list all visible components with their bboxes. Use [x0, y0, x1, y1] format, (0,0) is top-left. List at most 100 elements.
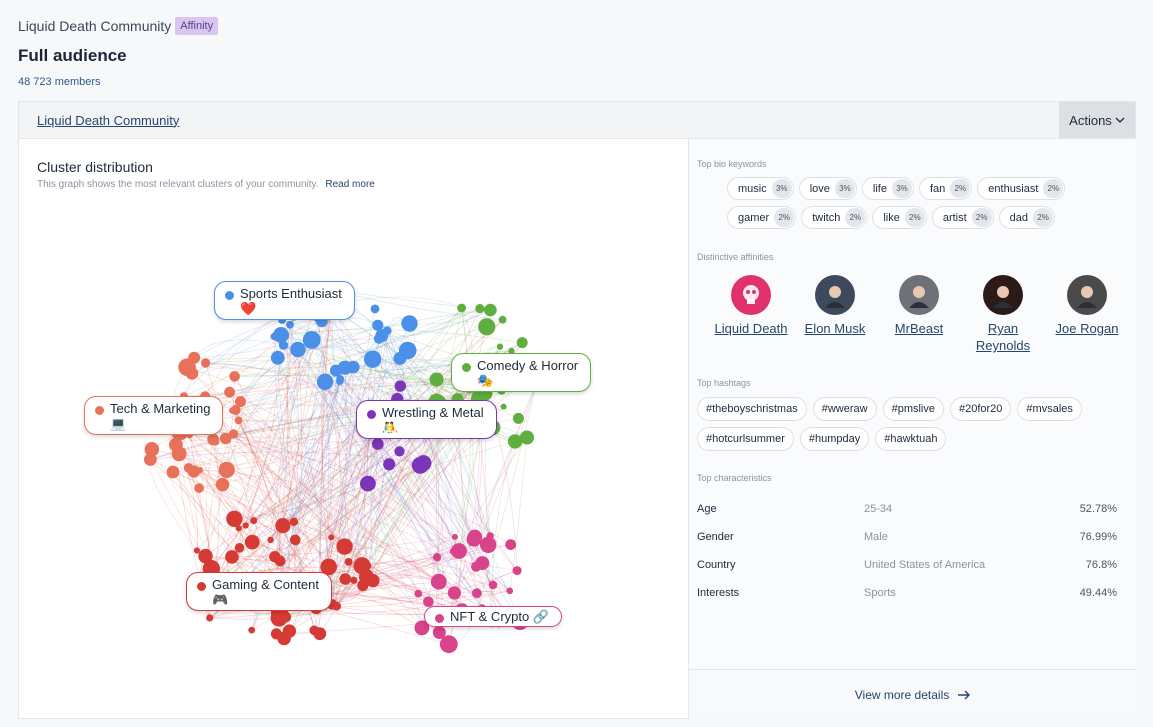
- graph-node[interactable]: [218, 461, 235, 478]
- affinity-name[interactable]: Liquid Death: [711, 320, 791, 337]
- graph-node[interactable]: [144, 453, 157, 466]
- graph-node[interactable]: [316, 373, 334, 390]
- graph-node[interactable]: [498, 315, 507, 324]
- keyword-pill[interactable]: music 3%: [727, 177, 794, 200]
- graph-node[interactable]: [467, 529, 483, 545]
- graph-node[interactable]: [512, 566, 522, 576]
- cluster-label-gaming[interactable]: Gaming & Content 🎮: [186, 572, 332, 611]
- cluster-label-comedy[interactable]: Comedy & Horror 🎭: [451, 353, 592, 392]
- graph-node[interactable]: [289, 517, 299, 526]
- graph-node[interactable]: [475, 304, 485, 314]
- graph-node[interactable]: [512, 412, 524, 424]
- graph-node[interactable]: [183, 463, 194, 473]
- cluster-label-nft[interactable]: NFT & Crypto 🔗: [424, 606, 563, 627]
- affinity-name[interactable]: Joe Rogan: [1047, 320, 1127, 337]
- graph-node[interactable]: [225, 550, 239, 564]
- graph-node[interactable]: [401, 315, 418, 332]
- breadcrumb-community[interactable]: Liquid Death Community: [18, 18, 171, 34]
- keyword-pill[interactable]: like 2%: [872, 206, 927, 229]
- graph-node[interactable]: [429, 372, 444, 387]
- graph-node[interactable]: [198, 548, 213, 564]
- graph-node[interactable]: [362, 561, 372, 571]
- graph-node[interactable]: [234, 543, 245, 553]
- graph-node[interactable]: [250, 517, 258, 525]
- graph-node[interactable]: [206, 614, 214, 622]
- graph-node[interactable]: [505, 539, 517, 550]
- graph-node[interactable]: [166, 465, 180, 479]
- graph-node[interactable]: [383, 458, 396, 471]
- hashtag-pill[interactable]: #wweraw: [812, 397, 877, 421]
- graph-node[interactable]: [171, 446, 187, 462]
- graph-node[interactable]: [475, 556, 490, 571]
- graph-node[interactable]: [506, 587, 514, 595]
- graph-node[interactable]: [224, 386, 236, 398]
- graph-node[interactable]: [488, 580, 498, 590]
- graph-node[interactable]: [230, 405, 241, 415]
- keyword-pill[interactable]: enthusiast 2%: [977, 177, 1066, 200]
- graph-node[interactable]: [480, 536, 497, 553]
- graph-node[interactable]: [178, 358, 196, 376]
- keyword-pill[interactable]: love 3%: [798, 177, 857, 200]
- cluster-label-sports[interactable]: Sports Enthusiast ❤️: [214, 281, 355, 320]
- graph-node[interactable]: [430, 573, 447, 590]
- hashtag-pill[interactable]: #hawktuah: [875, 427, 947, 451]
- graph-node[interactable]: [290, 341, 306, 358]
- graph-node[interactable]: [235, 525, 242, 532]
- graph-node[interactable]: [194, 483, 204, 493]
- graph-node[interactable]: [344, 558, 353, 566]
- graph-node[interactable]: [411, 456, 429, 474]
- keyword-pill[interactable]: artist 2%: [931, 206, 994, 229]
- hashtag-pill[interactable]: #theboyschristmas: [697, 397, 807, 421]
- graph-node[interactable]: [478, 318, 496, 336]
- graph-node[interactable]: [360, 475, 376, 492]
- graph-node[interactable]: [449, 548, 457, 555]
- graph-node[interactable]: [200, 358, 211, 368]
- graph-node[interactable]: [500, 403, 507, 410]
- graph-node[interactable]: [516, 337, 528, 349]
- graph-node[interactable]: [457, 303, 466, 313]
- cluster-label-tech[interactable]: Tech & Marketing 💻: [84, 396, 224, 435]
- graph-node[interactable]: [289, 534, 301, 546]
- graph-node[interactable]: [282, 624, 297, 638]
- graph-node[interactable]: [270, 350, 285, 365]
- keyword-pill[interactable]: life 3%: [861, 177, 914, 200]
- hashtag-pill[interactable]: #mvsales: [1017, 397, 1082, 421]
- graph-node[interactable]: [244, 534, 260, 550]
- graph-node[interactable]: [229, 371, 240, 382]
- hashtag-pill[interactable]: #20for20: [949, 397, 1012, 421]
- affinity-name[interactable]: MrBeast: [879, 320, 959, 337]
- graph-node[interactable]: [336, 538, 353, 555]
- hashtag-pill[interactable]: #hotcurlsummer: [697, 427, 794, 451]
- affinity-item[interactable]: Joe Rogan: [1047, 275, 1127, 354]
- graph-node[interactable]: [364, 350, 382, 368]
- graph-node[interactable]: [242, 522, 249, 529]
- keyword-pill[interactable]: fan 2%: [918, 177, 973, 200]
- graph-node[interactable]: [234, 416, 243, 425]
- graph-node[interactable]: [496, 343, 504, 350]
- view-more-button[interactable]: View more details: [689, 669, 1137, 719]
- graph-node[interactable]: [248, 626, 256, 634]
- graph-node[interactable]: [452, 533, 458, 540]
- keyword-pill[interactable]: dad 2%: [998, 206, 1056, 229]
- affinity-item[interactable]: Elon Musk: [795, 275, 875, 354]
- graph-node[interactable]: [278, 340, 289, 350]
- graph-node[interactable]: [196, 467, 203, 474]
- graph-node[interactable]: [394, 380, 406, 392]
- graph-node[interactable]: [337, 360, 352, 375]
- graph-node[interactable]: [226, 510, 243, 527]
- community-link[interactable]: Liquid Death Community: [37, 113, 179, 128]
- graph-node[interactable]: [328, 534, 335, 541]
- graph-node[interactable]: [286, 320, 294, 329]
- graph-node[interactable]: [215, 477, 230, 492]
- graph-node[interactable]: [370, 304, 380, 314]
- graph-node[interactable]: [273, 327, 289, 343]
- graph-node[interactable]: [375, 329, 389, 342]
- graph-node[interactable]: [452, 592, 460, 600]
- graph-node[interactable]: [432, 626, 446, 639]
- graph-node[interactable]: [484, 303, 497, 317]
- hashtag-pill[interactable]: #pmslive: [882, 397, 944, 421]
- affinity-name[interactable]: Ryan Reynolds: [963, 320, 1043, 354]
- graph-node[interactable]: [371, 438, 384, 450]
- graph-node[interactable]: [520, 430, 534, 445]
- graph-node[interactable]: [432, 553, 442, 562]
